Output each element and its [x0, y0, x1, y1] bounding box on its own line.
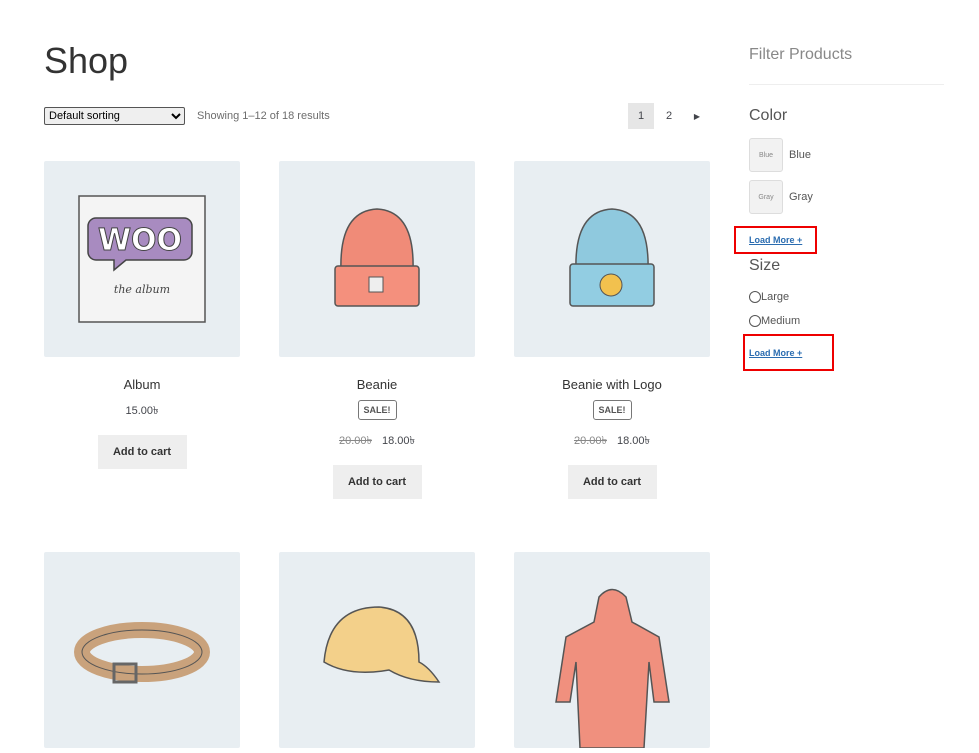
product-image-cap[interactable] — [279, 552, 475, 748]
product-price: 15.00৳ — [125, 405, 159, 417]
sale-badge: SALE! — [357, 400, 397, 420]
product-name[interactable]: Beanie — [279, 377, 475, 392]
product-card: Beanie SALE! 20.00৳ 18.00৳ Add to cart — [279, 161, 475, 499]
old-price: 20.00৳ — [573, 435, 607, 447]
product-image-hoodie[interactable] — [514, 552, 710, 749]
size-filter-title: Size — [749, 257, 781, 274]
svg-text:the album: the album — [114, 283, 170, 296]
sale-price: 18.00৳ — [382, 435, 416, 447]
color-label-gray[interactable]: Gray — [789, 191, 813, 203]
sort-select[interactable]: Default sorting — [44, 107, 185, 125]
product-price: 20.00৳ 18.00৳ — [514, 432, 710, 451]
add-to-cart-button[interactable]: Add to cart — [567, 465, 657, 499]
add-to-cart-button[interactable]: Add to cart — [97, 435, 187, 469]
product-image-album[interactable]: WOO the album — [44, 161, 240, 357]
result-count: Showing 1–12 of 18 results — [197, 110, 330, 122]
product-card — [44, 552, 240, 748]
color-swatch-gray[interactable]: Gray — [749, 180, 783, 214]
triangle-right-icon: ▶ — [693, 111, 701, 121]
product-image-beanie-with-logo[interactable] — [514, 161, 710, 357]
product-card — [279, 552, 475, 748]
page-1-button[interactable]: 1 — [628, 103, 654, 129]
color-label-blue[interactable]: Blue — [789, 149, 811, 161]
page-2-button[interactable]: 2 — [656, 103, 682, 129]
product-card: WOO the album Album 15.00৳ Add to cart — [44, 161, 240, 469]
next-page-button[interactable]: ▶ — [684, 103, 710, 129]
size-load-more-link[interactable]: Load More + — [749, 348, 802, 358]
product-card: Beanie with Logo SALE! 20.00৳ 18.00৳ Add … — [514, 161, 710, 499]
color-swatch-blue[interactable]: Blue — [749, 138, 783, 172]
page-title: Shop — [44, 40, 129, 81]
sale-price: 18.00৳ — [617, 435, 651, 447]
sale-badge: SALE! — [592, 400, 632, 420]
divider — [749, 84, 944, 85]
size-option-large[interactable]: Large — [749, 291, 789, 303]
product-price: 20.00৳ 18.00৳ — [279, 432, 475, 451]
add-to-cart-button[interactable]: Add to cart — [332, 465, 422, 499]
product-image-beanie[interactable] — [279, 161, 475, 357]
radio-button[interactable] — [749, 315, 761, 327]
size-option-medium[interactable]: Medium — [749, 315, 800, 327]
radio-button[interactable] — [749, 291, 761, 303]
old-price: 20.00৳ — [338, 435, 372, 447]
product-image-belt[interactable] — [44, 552, 240, 748]
product-name[interactable]: Album — [44, 377, 240, 392]
svg-text:WOO: WOO — [98, 223, 182, 258]
product-card — [514, 552, 710, 749]
color-filter-title: Color — [749, 107, 788, 124]
color-load-more-link[interactable]: Load More + — [749, 235, 802, 245]
product-name[interactable]: Beanie with Logo — [514, 377, 710, 392]
filter-heading: Filter Products — [749, 46, 853, 63]
